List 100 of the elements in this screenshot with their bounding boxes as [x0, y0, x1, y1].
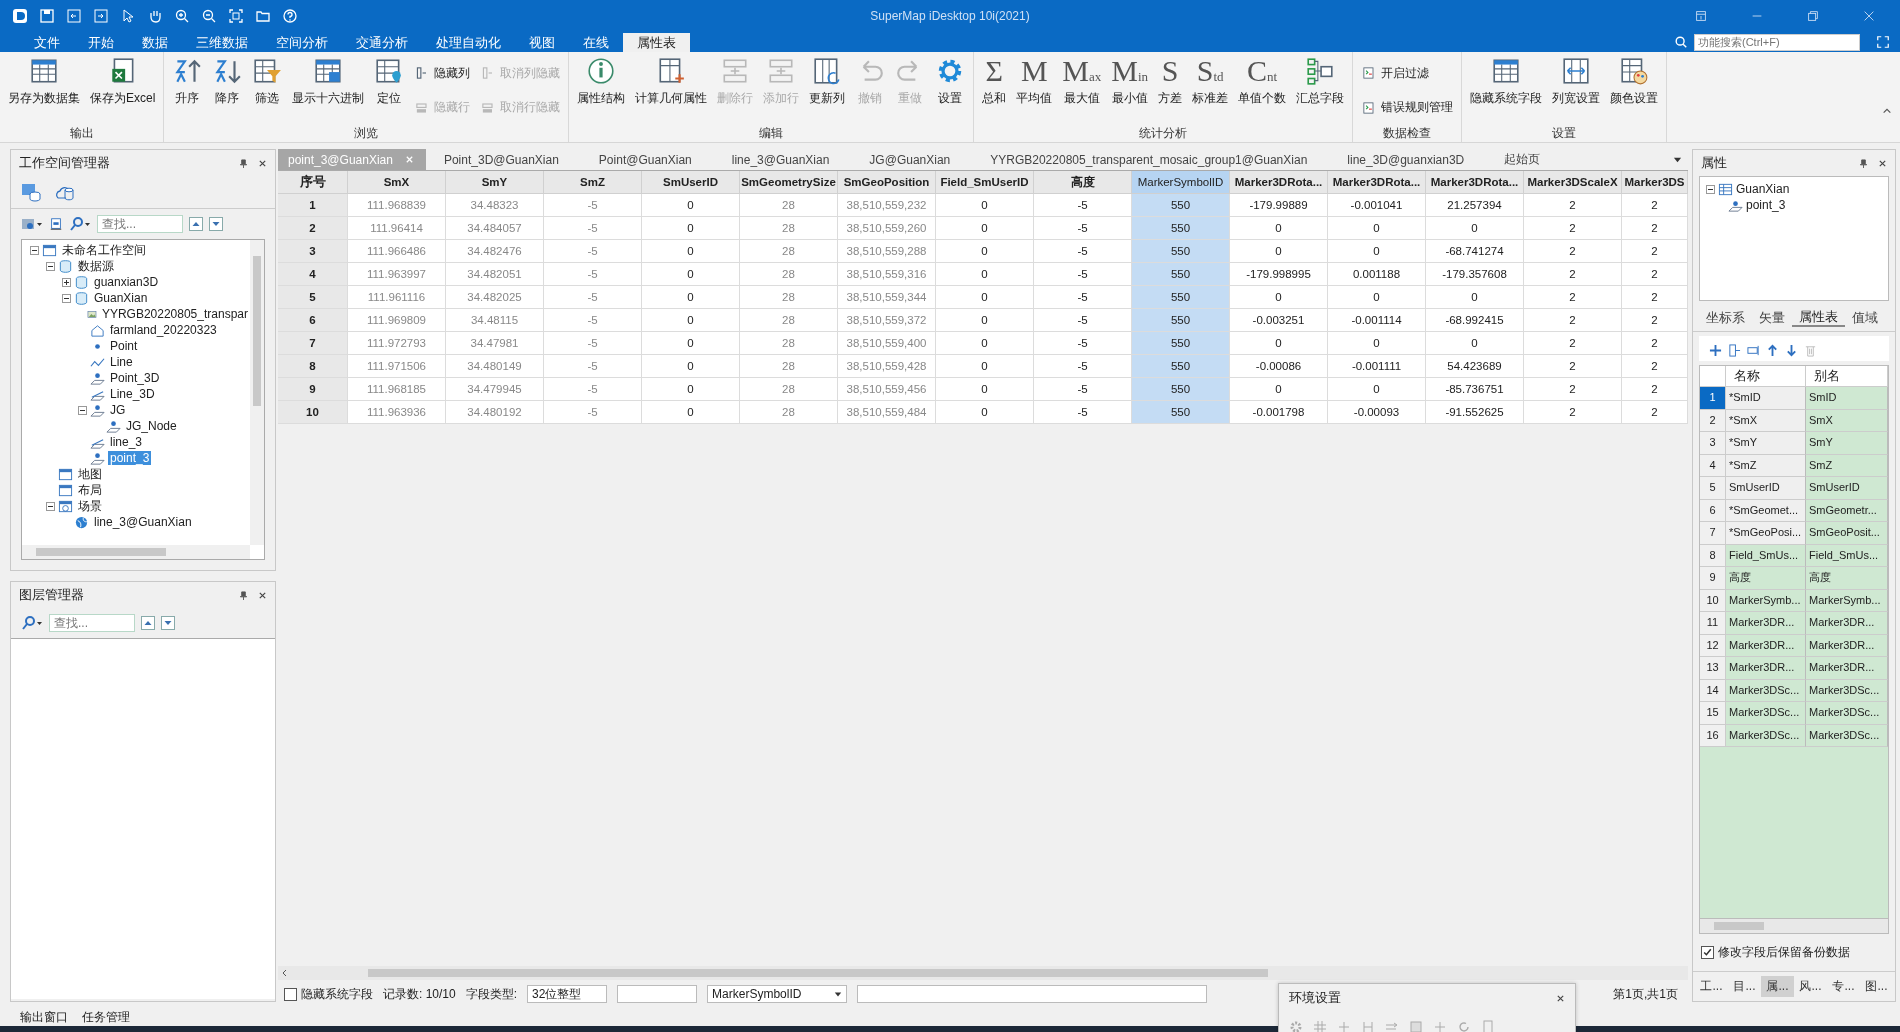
collapse-icon[interactable] [78, 405, 87, 415]
ribbon-button[interactable]: Max 最大值 [1058, 56, 1106, 107]
rename-icon[interactable] [1747, 344, 1760, 357]
ribbon-button[interactable]: 计算几何属性 [631, 56, 712, 107]
panel-tab[interactable]: 属... [1761, 976, 1794, 997]
row-header[interactable]: 14 [1700, 679, 1726, 702]
row-header[interactable]: 5 [278, 286, 348, 309]
search-icon[interactable] [21, 615, 43, 631]
tree-item[interactable]: guanxian3D [92, 275, 161, 289]
ribbon-button[interactable]: 更新列 [805, 56, 850, 107]
close-icon[interactable] [258, 590, 267, 600]
tree-item[interactable]: JG_Node [124, 419, 179, 433]
hide-system-fields-checkbox[interactable]: 隐藏系统字段 [284, 985, 373, 1003]
tree-item[interactable]: 场景 [76, 497, 104, 515]
menu-tab[interactable]: 三维数据 [182, 33, 262, 52]
row-header[interactable]: 3 [278, 240, 348, 263]
value-field[interactable] [617, 985, 698, 1003]
column-header[interactable]: SmZ [544, 171, 642, 194]
move-down-icon[interactable] [1785, 344, 1798, 357]
tree-item[interactable]: 地图 [76, 465, 104, 483]
row-header[interactable]: 7 [278, 332, 348, 355]
row-header[interactable]: 13 [1700, 657, 1726, 680]
property-tab[interactable]: 矢量 [1752, 309, 1792, 327]
tree-item[interactable]: Line_3D [108, 387, 157, 401]
move-up-icon[interactable] [141, 616, 155, 630]
document-tab[interactable]: YYRGB20220805_transparent_mosaic_group1@GuanXian [980, 149, 1320, 170]
pan-hand-icon[interactable] [147, 8, 163, 24]
document-tab[interactable]: Point@GuanXian [588, 149, 704, 170]
ribbon-button[interactable]: 设置 [931, 56, 970, 107]
collapse-ribbon-icon[interactable] [1882, 106, 1892, 116]
ribbon-button[interactable]: 隐藏系统字段 [1466, 56, 1547, 107]
tree-item[interactable]: GuanXian [1736, 182, 1790, 196]
tree-item[interactable]: Point_3D [108, 371, 162, 385]
zoom-in-icon[interactable] [174, 8, 190, 24]
expand-icon[interactable] [62, 277, 71, 287]
field-name-dropdown[interactable]: MarkerSymbolID [707, 985, 848, 1003]
menu-tab[interactable]: 空间分析 [262, 33, 342, 52]
menu-tab[interactable]: 数据 [128, 33, 182, 52]
tree-item[interactable]: GuanXian [92, 291, 150, 305]
value-field[interactable] [857, 985, 1208, 1003]
column-header[interactable]: Marker3DRota... [1426, 171, 1524, 194]
document-tab[interactable]: JG@GuanXian [859, 149, 963, 170]
insert-field-icon[interactable] [1728, 344, 1741, 357]
row-header[interactable]: 6 [1700, 499, 1726, 522]
tree-item[interactable]: 数据源 [76, 257, 116, 275]
zoom-out-icon[interactable] [201, 8, 217, 24]
collapse-icon[interactable] [30, 245, 39, 255]
collapse-icon[interactable] [46, 261, 55, 271]
row-header[interactable]: 2 [278, 217, 348, 240]
row-header[interactable]: 10 [1700, 589, 1726, 612]
column-header[interactable]: MarkerSymbolID [1132, 171, 1230, 194]
column-header[interactable]: SmY [446, 171, 544, 194]
import-icon[interactable] [66, 8, 82, 24]
ribbon-button[interactable]: Min 最小值 [1107, 56, 1153, 107]
ribbon-button[interactable]: S 方差 [1154, 56, 1187, 107]
ribbon-button[interactable]: 属性结构 [573, 56, 630, 107]
document-tab[interactable]: Point_3D@GuanXian [433, 149, 571, 170]
row-header[interactable]: 2 [1700, 409, 1726, 432]
dropdown-icon[interactable] [1673, 155, 1682, 164]
tree-item[interactable]: 布局 [76, 481, 104, 499]
column-header[interactable]: 别名 [1806, 366, 1888, 387]
row-header[interactable]: 9 [1700, 567, 1726, 590]
menu-tab[interactable]: 文件 [20, 33, 74, 52]
pin-icon[interactable] [239, 590, 248, 600]
close-icon[interactable] [258, 158, 267, 168]
panel-tab[interactable]: 专... [1827, 976, 1860, 997]
save-icon[interactable] [39, 8, 55, 24]
row-header[interactable]: 5 [1700, 477, 1726, 500]
locate-icon[interactable] [49, 217, 63, 231]
pointer-icon[interactable] [120, 8, 136, 24]
ribbon-button[interactable]: M 平均值 [1012, 56, 1057, 107]
tree-item[interactable]: line_3 [108, 435, 145, 449]
tree-item[interactable]: 未命名工作空间 [60, 241, 148, 259]
menu-tab[interactable]: 交通分析 [342, 33, 422, 52]
row-header[interactable]: 8 [278, 355, 348, 378]
ribbon-display-icon[interactable] [1694, 9, 1708, 23]
ribbon-button[interactable]: 另存为数据集 [4, 56, 84, 107]
menu-tab[interactable]: 在线 [569, 33, 623, 52]
close-icon[interactable] [1878, 158, 1887, 168]
tree-item[interactable]: point_3 [1746, 198, 1786, 212]
menu-tab[interactable]: 处理自动化 [422, 33, 515, 52]
row-header[interactable]: 6 [278, 309, 348, 332]
collapse-icon[interactable] [62, 293, 71, 303]
row-header[interactable]: 12 [1700, 634, 1726, 657]
document-tab[interactable]: line_3D@guanxian3D [1337, 149, 1477, 170]
pin-icon[interactable] [239, 158, 248, 168]
row-header[interactable]: 9 [278, 378, 348, 401]
ribbon-button[interactable]: 升序 [168, 56, 207, 107]
tree-item[interactable]: Line [108, 355, 135, 369]
scrollbar[interactable] [1699, 919, 1889, 934]
panel-tab[interactable]: 目... [1728, 976, 1761, 997]
ribbon-button[interactable]: 错误规则管理 [1357, 99, 1458, 117]
export-icon[interactable] [93, 8, 109, 24]
column-header[interactable]: Field_SmUserID [936, 171, 1034, 194]
column-header[interactable]: 名称 [1726, 366, 1806, 387]
ribbon-button[interactable]: 定位 [370, 56, 409, 107]
move-up-icon[interactable] [1766, 344, 1779, 357]
tree-item[interactable]: line_3@GuanXian [92, 515, 194, 529]
view-icon[interactable] [21, 216, 43, 232]
move-up-icon[interactable] [189, 217, 203, 231]
